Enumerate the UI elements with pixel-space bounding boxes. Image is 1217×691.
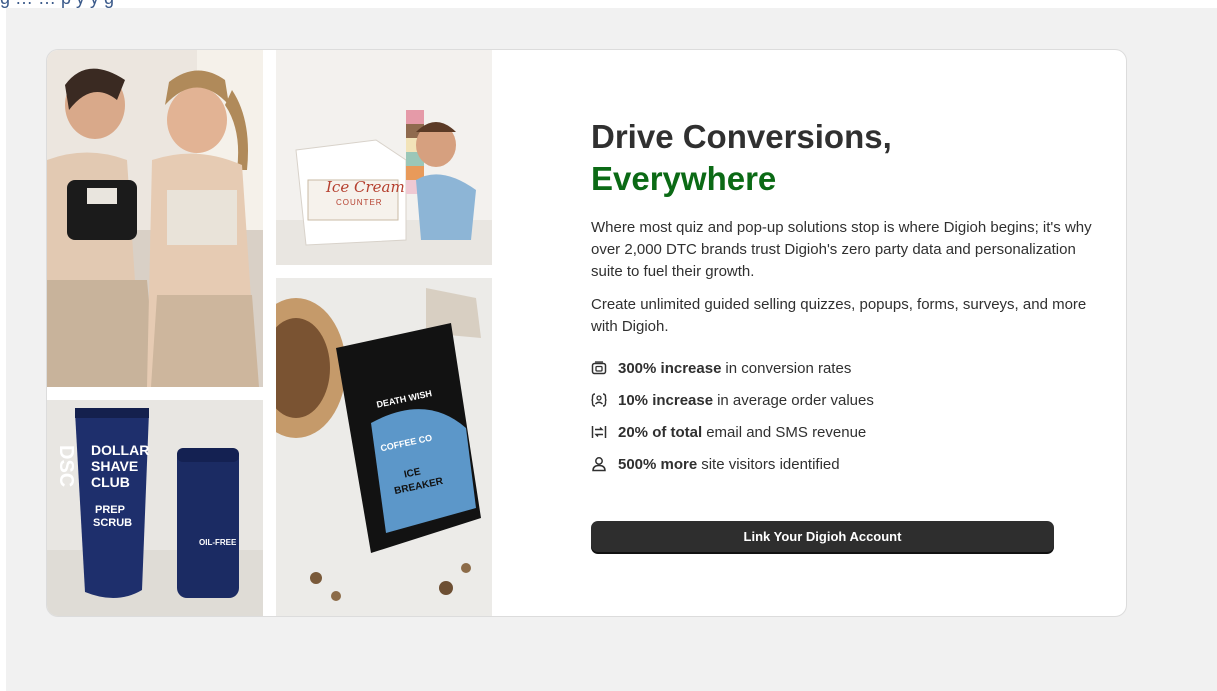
shave-brand-line2: SHAVE xyxy=(91,458,139,474)
digioh-promo-card: Ice Cream COUNTER DSC DOLLAR SHAVE CLUB … xyxy=(46,49,1127,617)
toy-label: Ice Cream xyxy=(326,178,405,196)
stat-value: 20% of total xyxy=(618,423,703,441)
death-wish-coffee-photo: DEATH WISH COFFEE CO ICE BREAKER xyxy=(276,278,492,616)
stat-item: 10% increase in average order values xyxy=(591,384,1101,416)
dollar-shave-club-photo: DSC DOLLAR SHAVE CLUB PREP SCRUB OIL-FRE… xyxy=(47,400,263,616)
revenue-icon xyxy=(591,426,607,438)
stat-item: 20% of total email and SMS revenue xyxy=(591,416,1101,448)
promo-content: Drive Conversions, Everywhere Where most… xyxy=(591,116,1101,480)
conversion-icon xyxy=(591,361,607,375)
shave-brand-line1: DOLLAR xyxy=(91,442,150,458)
banner-text: g … … p y y g xyxy=(0,0,114,8)
headline: Drive Conversions, Everywhere xyxy=(591,116,1101,200)
shave-brand-short: DSC xyxy=(55,445,77,488)
stat-label: email and SMS revenue xyxy=(706,423,867,441)
headline-line1: Drive Conversions, xyxy=(591,118,892,155)
shave-product1-line1: PREP xyxy=(95,504,125,516)
stat-item: 500% more site visitors identified xyxy=(591,448,1101,480)
stat-value: 500% more xyxy=(618,455,698,473)
user-icon xyxy=(592,457,606,472)
intro-paragraph: Where most quiz and pop-up solutions sto… xyxy=(591,219,1092,280)
order-value-icon xyxy=(591,393,607,407)
link-digioh-account-button[interactable]: Link Your Digioh Account xyxy=(591,521,1054,552)
shave-product2-line1: OIL-FREE xyxy=(199,538,237,547)
stat-label: site visitors identified xyxy=(701,455,840,473)
headline-accent: Everywhere xyxy=(591,160,777,197)
stat-label: in conversion rates xyxy=(725,359,852,377)
stat-value: 300% increase xyxy=(618,359,722,377)
toy-ice-cream-photo: Ice Cream COUNTER xyxy=(276,50,492,265)
stat-label: in average order values xyxy=(717,391,874,409)
stat-item: 300% increase in conversion rates xyxy=(591,352,1101,384)
fitness-photo xyxy=(47,50,263,387)
feature-paragraph: Create unlimited guided selling quizzes,… xyxy=(591,296,1087,335)
stats-list: 300% increase in conversion rates 10% in… xyxy=(591,352,1101,480)
shave-brand-line3: CLUB xyxy=(91,474,130,490)
top-banner-cropped: g … … p y y g xyxy=(0,0,1217,8)
toy-sublabel: COUNTER xyxy=(336,198,383,207)
stat-value: 10% increase xyxy=(618,391,714,409)
shave-product1-line2: SCRUB xyxy=(93,517,133,529)
